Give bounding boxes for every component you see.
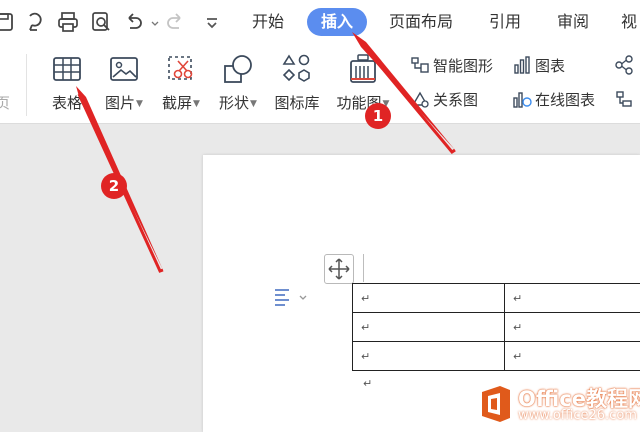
annotation-badge-2: 2 — [101, 173, 127, 199]
chart-icon — [512, 56, 535, 75]
paragraph-layout-icon[interactable] — [272, 287, 312, 309]
chevron-down-icon: ▼ — [193, 99, 200, 109]
icon-library-icon — [280, 52, 314, 86]
table-cell[interactable]: ↵ — [352, 312, 505, 342]
image-icon — [107, 52, 141, 86]
office-logo-icon — [478, 384, 514, 424]
shapes-icon — [221, 52, 255, 86]
inserted-table[interactable]: ↵ ↵ ↵ ↵ ↵ ↵ — [352, 283, 640, 371]
relationship-chart-icon — [410, 91, 433, 109]
table-row: ↵ ↵ — [352, 312, 640, 342]
table-cell[interactable]: ↵ — [352, 283, 505, 313]
smartart-label: 智能图形 — [433, 57, 494, 75]
tab-references[interactable]: 引用 — [485, 8, 525, 36]
watermark-url: www.office26.com — [518, 408, 637, 423]
ribbon-partial-button[interactable]: 页 — [0, 44, 10, 124]
screenshot-label: 截屏▼ — [162, 94, 200, 112]
smartart-button[interactable]: 智能图形 — [410, 54, 493, 78]
mindmap-icon[interactable] — [614, 88, 637, 112]
chevron-down-icon: ▼ — [136, 99, 143, 109]
redo-icon[interactable] — [24, 10, 48, 34]
undo-icon[interactable] — [121, 10, 145, 34]
table-move-handle[interactable] — [324, 254, 354, 284]
customize-dropdown-icon[interactable] — [200, 10, 224, 34]
tab-view[interactable]: 视 — [621, 8, 640, 36]
online-chart-icon — [512, 91, 535, 109]
watermark: Office教程网 www.office26.com — [478, 382, 640, 430]
insert-image-label: 图片▼ — [105, 94, 143, 112]
ribbon-divider — [26, 54, 27, 116]
title-bar: 开始 插入 页面布局 引用 审阅 视 — [0, 0, 640, 44]
table-cell[interactable]: ↵ — [352, 341, 505, 371]
tab-page-layout[interactable]: 页面布局 — [385, 8, 457, 36]
save-icon[interactable] — [0, 10, 16, 34]
shapes-label: 形状▼ — [219, 94, 257, 112]
table-row: ↵ ↵ — [352, 341, 640, 371]
ribbon-insert: 页 表格 图片▼ 截屏▼ 形状▼ 图标库 功能图▼ 智能图形 关系图 图表 在线… — [0, 44, 640, 124]
function-chart-icon — [346, 52, 380, 86]
chart-label: 图表 — [535, 57, 566, 75]
undo-dropdown-icon[interactable] — [143, 10, 159, 34]
insert-table-label: 表格 — [51, 94, 82, 112]
shapes-button[interactable]: 形状▼ — [211, 44, 265, 124]
redo-disabled-icon — [164, 10, 188, 34]
icon-library-button[interactable]: 图标库 — [268, 44, 326, 124]
print-preview-icon[interactable] — [89, 10, 113, 34]
chart-button[interactable]: 图表 — [512, 54, 565, 78]
tab-review[interactable]: 审阅 — [553, 8, 593, 36]
chevron-down-icon: ▼ — [250, 99, 257, 109]
table-row: ↵ ↵ — [352, 283, 640, 313]
insert-image-button[interactable]: 图片▼ — [98, 44, 150, 124]
relationship-chart-button[interactable]: 关系图 — [410, 88, 478, 112]
smartart-icon — [410, 57, 433, 75]
annotation-badge-1: 1 — [365, 103, 391, 129]
online-chart-label: 在线图表 — [535, 91, 596, 109]
flowchart-icon[interactable] — [614, 54, 637, 78]
table-icon — [50, 52, 84, 86]
tab-insert[interactable]: 插入 — [307, 8, 367, 36]
table-cell[interactable]: ↵ — [504, 283, 640, 313]
paragraph-mark: ↵ — [363, 377, 373, 390]
tab-home[interactable]: 开始 — [248, 8, 288, 36]
screenshot-button[interactable]: 截屏▼ — [153, 44, 209, 124]
insert-table-button[interactable]: 表格 — [40, 44, 94, 124]
relationship-chart-label: 关系图 — [433, 91, 479, 109]
ribbon-partial-label: 页 — [0, 94, 10, 112]
print-icon[interactable] — [56, 10, 80, 34]
online-chart-button[interactable]: 在线图表 — [512, 88, 595, 112]
screenshot-icon — [164, 52, 198, 86]
table-cell[interactable]: ↵ — [504, 312, 640, 342]
icon-library-label: 图标库 — [274, 94, 320, 112]
text-cursor — [363, 254, 364, 282]
move-icon — [328, 258, 350, 280]
table-cell[interactable]: ↵ — [504, 341, 640, 371]
